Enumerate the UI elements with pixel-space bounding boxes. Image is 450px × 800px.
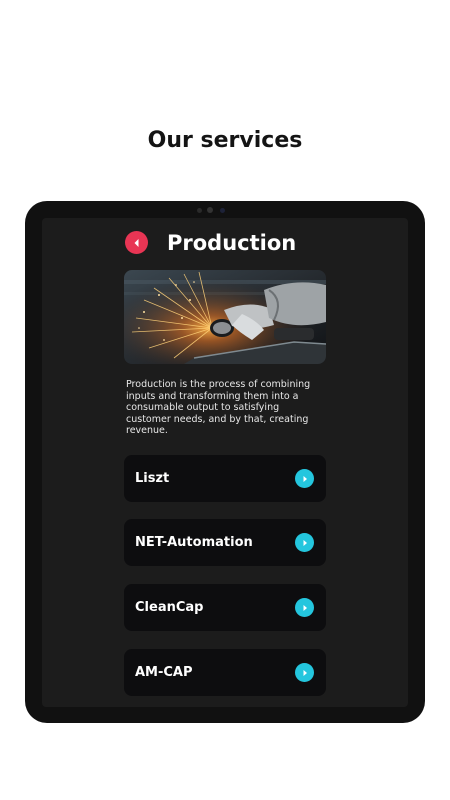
- service-button-am-cap[interactable]: AM-CAP: [124, 649, 326, 696]
- service-label: CleanCap: [135, 600, 204, 615]
- service-description: Production is the process of combining i…: [126, 379, 311, 436]
- camera-dot: [197, 208, 202, 213]
- tablet-screen: Production Production is the process of …: [42, 218, 408, 707]
- camera-dot: [220, 208, 225, 213]
- service-label: NET-Automation: [135, 535, 253, 550]
- service-button-net-automation[interactable]: NET-Automation: [124, 519, 326, 566]
- tablet-frame: Production Production is the process of …: [25, 201, 425, 723]
- service-button-cleancap[interactable]: CleanCap: [124, 584, 326, 631]
- chevron-right-icon: [295, 469, 314, 488]
- chevron-right-icon: [295, 663, 314, 682]
- grinding-sparks-image: [124, 270, 326, 364]
- camera-lens: [207, 207, 213, 213]
- screen-header: Production: [125, 230, 335, 256]
- chevron-left-icon: [134, 238, 138, 247]
- hero-image: [124, 270, 326, 364]
- chevron-right-icon: [295, 598, 314, 617]
- screen-title: Production: [167, 231, 297, 255]
- page-heading: Our services: [147, 128, 303, 153]
- service-button-liszt[interactable]: Liszt: [124, 455, 326, 502]
- service-label: Liszt: [135, 471, 170, 486]
- chevron-right-icon: [295, 533, 314, 552]
- back-button[interactable]: [125, 231, 148, 254]
- service-label: AM-CAP: [135, 665, 193, 680]
